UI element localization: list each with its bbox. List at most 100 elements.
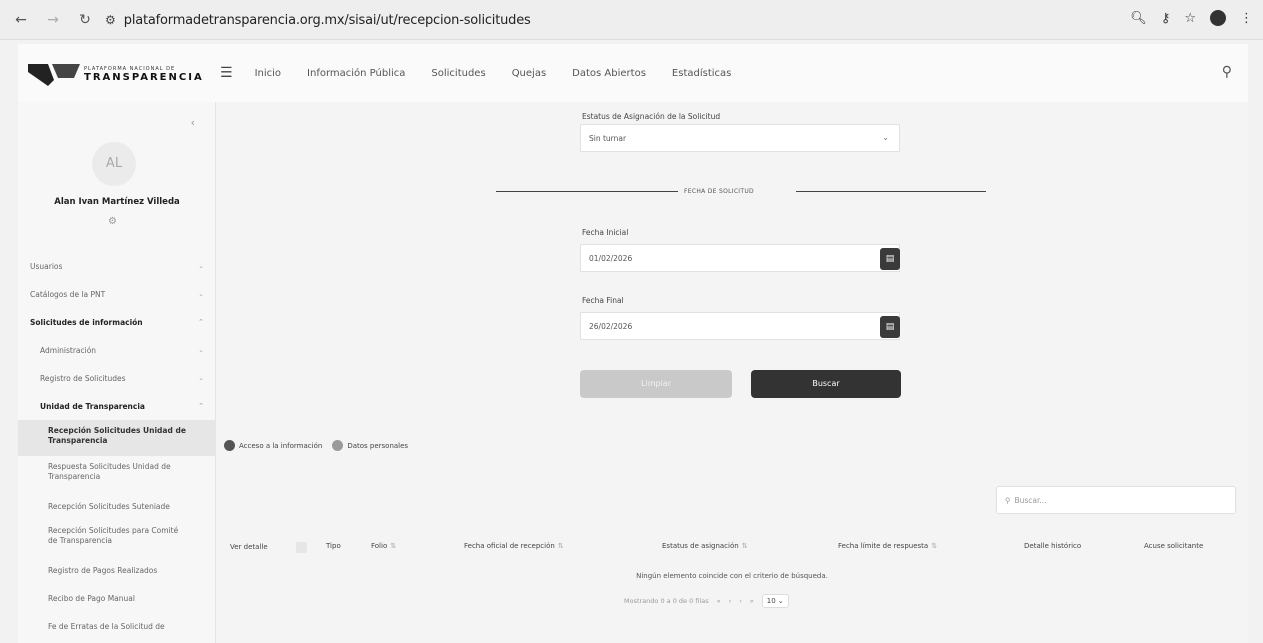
col-estatus-label: Estatus de asignación [662,542,739,550]
sidebar-item-recepcion-suteniade[interactable]: Recepción Solicitudes Suteniade [18,492,216,520]
zoom-icon[interactable]: 🔍︎ [1130,11,1147,26]
chevron-down-icon: ⌄ [198,346,204,354]
col-folio[interactable]: Folio ⇅ [371,542,396,550]
end-date-label: Fecha Final [582,296,624,305]
first-page-icon[interactable]: « [717,597,721,605]
divider-right [796,191,986,192]
nav-estadisticas[interactable]: Estadísticas [672,68,731,79]
sidebar-item-recibo-pago-manual[interactable]: Recibo de Pago Manual [18,584,216,612]
col-detalle-historico: Detalle histórico [1024,542,1082,550]
hamburger-menu-icon[interactable]: ☰ [220,65,233,81]
sidebar-item-administracion[interactable]: Administración ⌄ [18,336,216,364]
nav-informacion-publica[interactable]: Información Pública [307,68,405,79]
sidebar-item-recepcion-comite[interactable]: Recepción Solicitudes para Comité de Tra… [18,520,216,556]
start-date-input[interactable]: 01/02/2026 ▤ [580,244,900,272]
page-size-select[interactable]: 10 ⌄ [761,594,789,608]
sort-icon[interactable]: ⇅ [931,542,937,550]
col-fecha-oficial[interactable]: Fecha oficial de recepción ⇅ [464,542,564,550]
url-text[interactable]: plataformadetransparencia.org.mx/sisai/u… [124,13,531,28]
search-button[interactable]: Buscar [751,370,901,398]
calendar-icon[interactable]: ▤ [880,248,900,270]
menu-kebab-icon[interactable]: ⋮ [1240,11,1253,26]
app-header: PLATAFORMA NACIONAL DE TRANSPARENCIA ☰ I… [18,44,1248,102]
sidebar-item-usuarios[interactable]: Usuarios ⌄ [18,252,216,280]
table-search-input[interactable]: ⚲ Buscar... [996,486,1236,514]
sidebar-item-label: Registro de Solicitudes [40,373,126,383]
col-folio-label: Folio [371,542,388,550]
sidebar-item-label: Unidad de Transparencia [40,401,145,411]
sidebar-item-label: Recepción Solicitudes Unidad de Transpar… [48,426,186,445]
sidebar-item-label: Administración [40,345,97,355]
select-all-checkbox[interactable] [296,542,307,553]
address-bar[interactable]: ⚙ plataformadetransparencia.org.mx/sisai… [105,7,1145,33]
sort-icon[interactable]: ⇅ [390,542,396,550]
back-icon[interactable]: ← [10,12,32,28]
empty-table-message: Ningún elemento coincide con el criterio… [636,572,828,580]
sidebar-item-fe-erratas[interactable]: Fe de Erratas de la Solicitud de [18,612,216,640]
sidebar-menu: Usuarios ⌄ Catálogos de la PNT ⌄ Solicitud… [18,252,216,640]
col-estatus-asignacion[interactable]: Estatus de asignación ⇅ [662,542,748,550]
next-page-icon[interactable]: › [739,597,742,605]
pagination-info: Mostrando 0 a 0 de 0 filas [624,597,709,605]
end-date-input[interactable]: 26/02/2026 ▤ [580,312,900,340]
col-fecha-oficial-label: Fecha oficial de recepción [464,542,555,550]
access-info-icon [224,440,235,451]
nav-quejas[interactable]: Quejas [512,68,546,79]
pagination: Mostrando 0 a 0 de 0 filas « ‹ › » 10 ⌄ [624,594,789,608]
sidebar-item-registro-solicitudes[interactable]: Registro de Solicitudes ⌄ [18,364,216,392]
chevron-up-icon: ⌃ [198,402,204,410]
reload-icon[interactable]: ↻ [74,12,96,28]
page-size-value: 10 [766,597,776,605]
sidebar-item-label: Solicitudes de información [30,317,143,327]
main-content: Estatus de Asignación de la Solicitud Si… [216,102,1248,643]
site-settings-icon[interactable]: ⚙ [105,13,116,27]
chevron-down-icon: ⌄ [882,133,889,142]
browser-toolbar: ← → ↻ ⚙ plataformadetransparencia.org.mx… [0,0,1263,40]
pnt-logo[interactable]: PLATAFORMA NACIONAL DE TRANSPARENCIA [28,58,218,88]
nav-solicitudes[interactable]: Solicitudes [431,68,485,79]
sidebar-item-label: Recepción Solicitudes para Comité de Tra… [48,526,179,545]
sidebar-item-respuesta-ut[interactable]: Respuesta Solicitudes Unidad de Transpar… [18,456,216,492]
profile-icon[interactable] [1210,10,1226,26]
end-date-value: 26/02/2026 [589,321,633,331]
table-header: Ver detalle Tipo Folio ⇅ Fecha oficial de… [216,534,1248,564]
col-tipo[interactable]: Tipo [326,542,341,550]
sidebar-item-registro-pagos[interactable]: Registro de Pagos Realizados [18,556,216,584]
col-fecha-limite-label: Fecha límite de respuesta [838,542,929,550]
last-page-icon[interactable]: » [750,597,754,605]
nav-inicio[interactable]: Inicio [255,68,281,79]
sidebar-item-label: Registro de Pagos Realizados [48,565,158,575]
status-select[interactable]: Sin turnar ⌄ [580,124,900,152]
status-label: Estatus de Asignación de la Solicitud [582,112,721,121]
legend-personal-label: Datos personales [347,441,409,450]
password-key-icon[interactable]: ⚷ [1161,11,1171,26]
legend-access-label: Acceso a la información [239,441,323,450]
sidebar-item-recepcion-ut[interactable]: Recepción Solicitudes Unidad de Transpar… [18,420,216,456]
logo-mark-icon [28,64,80,86]
chevron-down-icon: ⌄ [198,290,204,298]
clear-button[interactable]: Limpiar [580,370,732,398]
sidebar-item-unidad-transparencia[interactable]: Unidad de Transparencia ⌃ [18,392,216,420]
divider-left [496,191,678,192]
calendar-icon[interactable]: ▤ [880,316,900,338]
personal-data-icon [332,440,344,451]
forward-icon[interactable]: → [42,12,64,28]
user-name: Alan Ivan Martínez Villeda [54,197,180,207]
nav-datos-abiertos[interactable]: Datos Abiertos [572,68,646,79]
bookmark-star-icon[interactable]: ☆ [1184,11,1196,26]
sort-icon[interactable]: ⇅ [558,542,564,550]
sidebar-item-catalogos[interactable]: Catálogos de la PNT ⌄ [18,280,216,308]
sidebar: ‹ AL Alan Ivan Martínez Villeda ⚙ Usuari… [18,102,216,643]
sidebar-item-label: Recepción Solicitudes Suteniade [48,501,170,511]
user-settings-icon[interactable]: ⚙ [108,216,117,227]
col-fecha-limite[interactable]: Fecha límite de respuesta ⇅ [838,542,937,550]
sidebar-item-label: Catálogos de la PNT [30,289,106,299]
sidebar-item-solicitudes-informacion[interactable]: Solicitudes de información ⌃ [18,308,216,336]
prev-page-icon[interactable]: ‹ [729,597,732,605]
user-account-icon[interactable]: ⚲ [1222,64,1232,80]
sidebar-item-label: Respuesta Solicitudes Unidad de Transpar… [48,462,171,481]
logo-title: TRANSPARENCIA [84,72,204,83]
avatar: AL [92,142,136,186]
sort-icon[interactable]: ⇅ [742,542,748,550]
collapse-sidebar-icon[interactable]: ‹ [191,116,195,129]
